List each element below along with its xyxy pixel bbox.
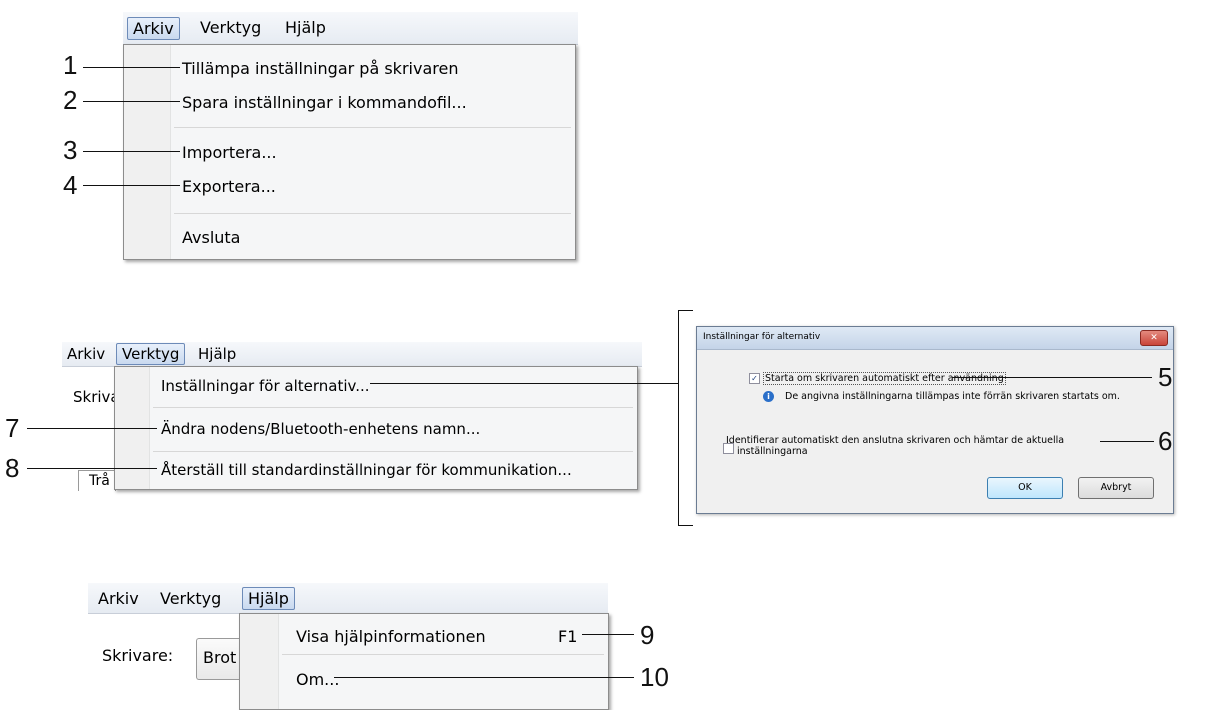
callout-line: [334, 677, 634, 678]
dialog-title: Inställningar för alternativ: [703, 332, 821, 342]
callout-10: 10: [640, 662, 669, 692]
separator: [153, 451, 633, 452]
menu-hjalp[interactable]: Hjälp: [285, 18, 326, 37]
restart-checkbox[interactable]: ✓: [749, 373, 760, 384]
dialog-titlebar: Inställningar för alternativ ✕: [697, 327, 1173, 350]
menu-verktyg[interactable]: Verktyg: [200, 18, 261, 37]
menu-item-save-command-file[interactable]: Spara inställningar i kommandofil...: [182, 93, 467, 112]
separator: [174, 213, 571, 214]
separator: [282, 654, 604, 655]
cancel-button[interactable]: Avbryt: [1078, 477, 1154, 499]
callout-9: 9: [640, 620, 655, 650]
menubar-2: Arkiv Verktyg Hjälp: [62, 342, 642, 367]
callout-5: 5: [1158, 362, 1173, 392]
auto-identify-label-line2: inställningarna: [737, 446, 808, 457]
menu-item-apply-settings[interactable]: Tillämpa inställningar på skrivaren: [182, 59, 458, 78]
menu-item-exit[interactable]: Avsluta: [182, 228, 240, 247]
verktyg-dropdown: Inställningar för alternativ... Ändra no…: [114, 366, 638, 490]
auto-identify-label-line1: Identifierar automatiskt den anslutna sk…: [726, 435, 1065, 446]
menubar-1: Arkiv Verktyg Hjälp: [123, 12, 578, 45]
callout-4: 4: [63, 170, 78, 200]
dialog-bracket: [678, 310, 693, 526]
separator: [174, 127, 571, 128]
callout-line: [83, 185, 180, 186]
menu-item-about[interactable]: Om...: [296, 670, 339, 689]
menu-verktyg[interactable]: Verktyg: [116, 343, 186, 365]
menu-item-rename-node[interactable]: Ändra nodens/Bluetooth-enhetens namn...: [161, 420, 480, 438]
separator: [153, 407, 633, 408]
close-button[interactable]: ✕: [1140, 330, 1168, 346]
menu-item-help-info[interactable]: Visa hjälpinformationen: [296, 627, 486, 646]
menu-item-reset-communication[interactable]: Återställ till standardinställningar för…: [161, 461, 572, 479]
callout-line: [83, 67, 180, 68]
menu-arkiv[interactable]: Arkiv: [98, 589, 139, 608]
hjalp-dropdown: Visa hjälpinformationen F1 Om...: [239, 613, 609, 710]
ok-button[interactable]: OK: [987, 477, 1063, 499]
close-icon: ✕: [1150, 333, 1158, 343]
help-shortcut: F1: [558, 627, 578, 646]
background-tab-label: Trå: [89, 473, 110, 489]
callout-line: [952, 377, 1152, 378]
background-printer-label: Skriva: [73, 388, 120, 406]
callout-2: 2: [63, 85, 78, 115]
info-icon: i: [763, 391, 774, 402]
options-dialog: Inställningar för alternativ ✕ ✓ Starta …: [696, 326, 1174, 514]
callout-line: [83, 101, 180, 102]
background-printer-combo-label: Brot: [203, 648, 237, 667]
background-tab: Trå: [78, 470, 116, 491]
menubar-3: Arkiv Verktyg Hjälp: [88, 583, 608, 614]
callout-1: 1: [63, 50, 78, 80]
connector-line: [370, 383, 678, 384]
background-printer-combo: Brot: [196, 638, 241, 680]
menu-item-options-settings[interactable]: Inställningar för alternativ...: [161, 377, 370, 395]
info-text: De angivna inställningarna tillämpas int…: [785, 391, 1120, 402]
callout-line: [27, 468, 157, 469]
menu-arkiv[interactable]: Arkiv: [67, 345, 105, 363]
restart-checkbox-label: Starta om skrivaren automatiskt efter an…: [763, 372, 1006, 385]
callout-3: 3: [63, 135, 78, 165]
arkiv-dropdown: Tillämpa inställningar på skrivaren Spar…: [123, 44, 576, 260]
menu-item-export[interactable]: Exportera...: [182, 177, 276, 196]
menu-verktyg[interactable]: Verktyg: [160, 589, 221, 608]
menu-hjalp[interactable]: Hjälp: [242, 587, 295, 610]
background-printer-label: Skrivare:: [102, 646, 174, 665]
callout-line: [582, 634, 634, 635]
callout-line: [83, 151, 180, 152]
menu-item-import[interactable]: Importera...: [182, 143, 277, 162]
callout-line: [27, 428, 157, 429]
callout-8: 8: [5, 453, 20, 483]
callout-7: 7: [5, 413, 20, 443]
menu-hjalp[interactable]: Hjälp: [198, 345, 236, 363]
menu-arkiv[interactable]: Arkiv: [127, 17, 180, 40]
callout-6: 6: [1158, 426, 1173, 456]
callout-line: [1100, 441, 1154, 442]
